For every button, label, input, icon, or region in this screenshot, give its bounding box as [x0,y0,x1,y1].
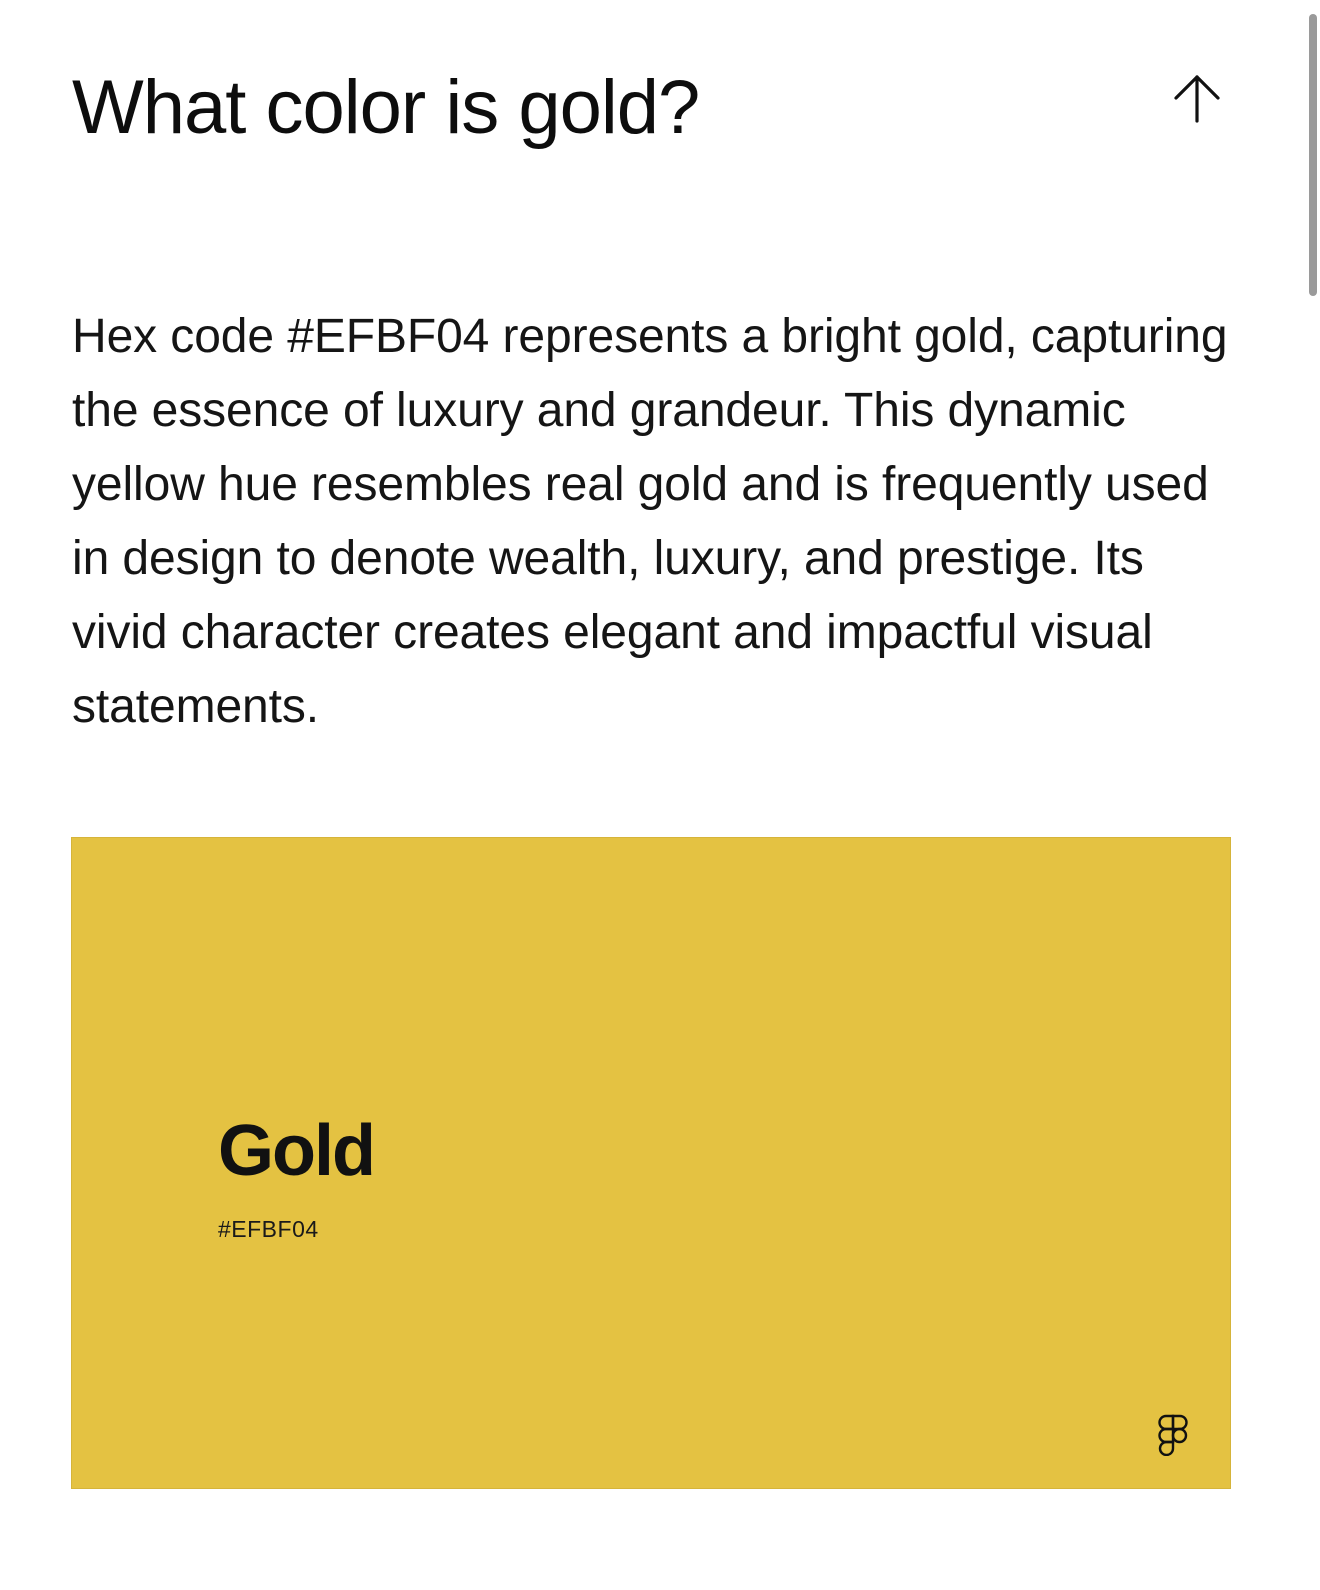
swatch-color-name: Gold [218,1111,376,1191]
page-title: What color is gold? [72,65,700,150]
swatch-hex-code: #EFBF04 [218,1216,319,1242]
page-scrollbar[interactable] [1298,0,1320,1590]
scrollbar-thumb[interactable] [1309,14,1317,296]
figma-icon [1158,1414,1188,1456]
color-description: Hex code #EFBF04 represents a bright gol… [72,310,1228,733]
scroll-to-top-button[interactable] [1162,64,1232,134]
color-swatch-card: Gold #EFBF04 [71,837,1231,1489]
arrow-up-icon [1174,75,1220,123]
